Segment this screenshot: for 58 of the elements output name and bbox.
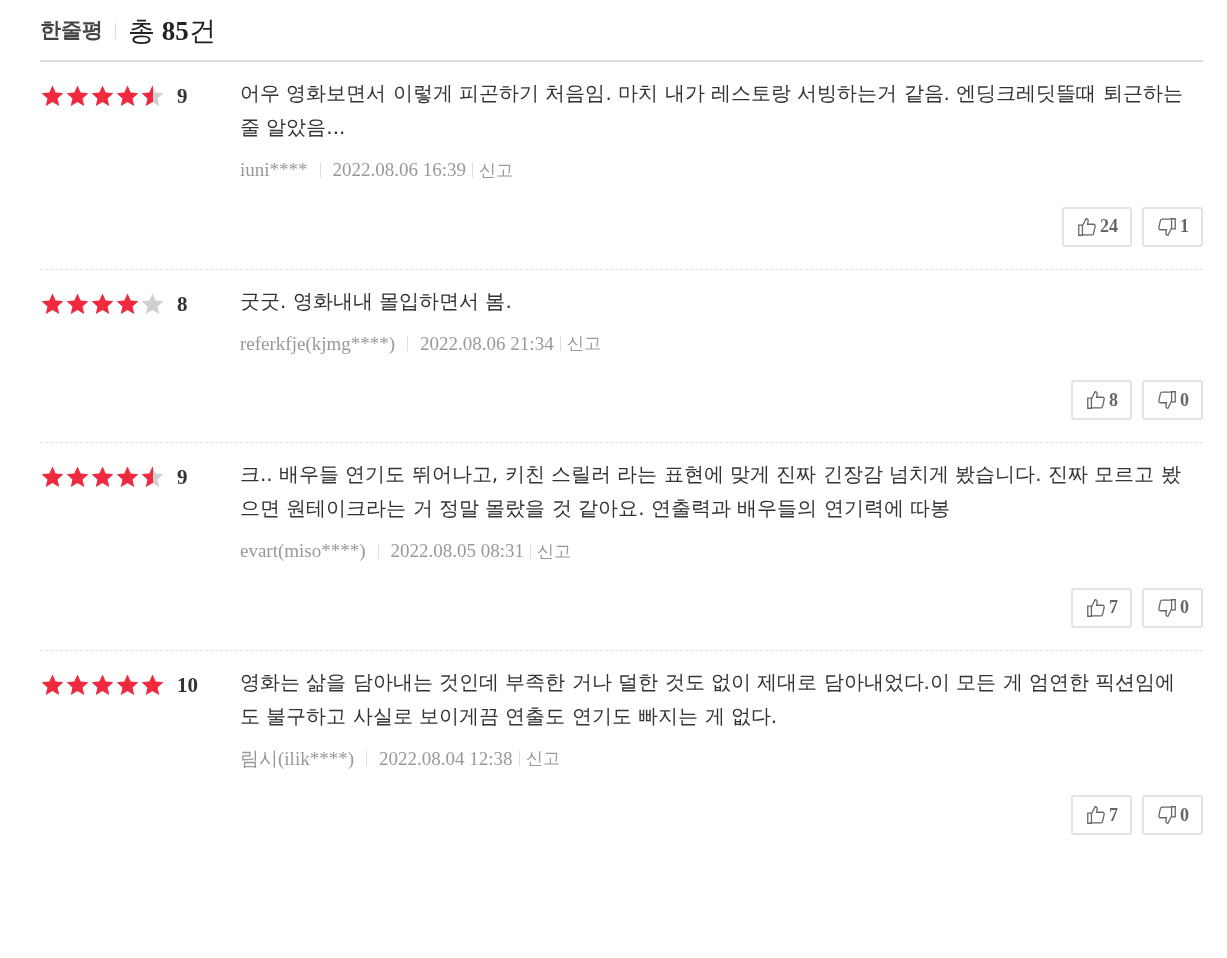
review-date: 2022.08.05 08:31	[390, 539, 525, 563]
star-icon	[65, 465, 90, 489]
thumbs-up-icon	[1076, 215, 1098, 238]
thumbs-up-icon	[1085, 804, 1107, 826]
report-link[interactable]: 신고	[525, 746, 560, 772]
rating-score: 9	[177, 465, 188, 489]
author-name: 림시(ilik****)	[240, 746, 354, 771]
report-link[interactable]: 신고	[566, 331, 601, 357]
review-date: 2022.08.06 21:34	[420, 331, 554, 356]
like-button[interactable]: 7	[1071, 795, 1132, 835]
author-name: referkfje(kjmg****)	[240, 331, 396, 356]
report-link[interactable]: 신고	[537, 538, 572, 564]
like-button[interactable]: 24	[1062, 206, 1132, 247]
rating-score: 9	[177, 84, 188, 108]
review-text: 어우 영화보면서 이렇게 피곤하기 처음임. 마치 내가 레스토랑 서빙하는거 같음. 엔딩크레딧뜰때 퇴근하는줄 알았음...	[240, 80, 1184, 141]
star-icon	[40, 465, 65, 489]
star-icon	[140, 465, 165, 489]
star-icon	[115, 84, 140, 108]
star-icon	[115, 672, 140, 697]
author-name: evart(miso****)	[240, 539, 366, 563]
star-icon	[65, 291, 90, 316]
star-icon	[40, 84, 65, 108]
dislike-button[interactable]: 1	[1142, 206, 1203, 247]
star-icon	[40, 672, 65, 697]
author-name: iuni****	[240, 158, 308, 182]
star-icon	[140, 672, 165, 697]
review-date: 2022.08.04 12:38	[379, 746, 513, 771]
review-date: 2022.08.06 16:39	[332, 158, 467, 182]
dislike-button[interactable]: 0	[1142, 587, 1203, 628]
star-icon	[90, 465, 115, 489]
thumbs-down-icon	[1156, 389, 1178, 411]
review-text: 굿굿. 영화내내 몰입하면서 봄.	[240, 287, 513, 315]
rating-score: 8	[177, 291, 188, 316]
like-button[interactable]: 8	[1071, 380, 1132, 420]
dislike-button[interactable]: 0	[1142, 795, 1203, 835]
star-icon	[90, 84, 115, 108]
review-text: 크.. 배우들 연기도 뛰어나고, 키친 스릴러 라는 표현에 맞게 진짜 긴장감 넘치게 봤습니다. 진짜 모르고 봤으면 원테이크라는 거 정말 몰랐을 것 같아요. 연출력과 배우들의 연기력에 따봉	[240, 461, 1182, 522]
dislike-button[interactable]: 0	[1142, 380, 1203, 420]
thumbs-down-icon	[1156, 596, 1178, 619]
section-title: 한줄평	[40, 17, 103, 45]
report-link[interactable]: 신고	[479, 157, 514, 183]
star-icon	[115, 291, 140, 316]
thumbs-down-icon	[1156, 804, 1178, 826]
star-icon	[65, 672, 90, 697]
star-icon	[140, 84, 165, 108]
rating-score: 10	[177, 672, 198, 697]
star-icon	[65, 84, 90, 108]
star-icon	[90, 672, 115, 697]
star-icon	[90, 291, 115, 316]
review-text: 영화는 삶을 담아내는 것인데 부족한 거나 덜한 것도 없이 제대로 담아내었다.이 모든 게 엄연한 픽션임에도 불구하고 사실로 보이게끔 연출도 연기도 빠지는 게 없다.	[240, 668, 1177, 730]
star-icon	[140, 291, 165, 316]
total-count: 총 85건	[128, 14, 216, 48]
star-icon	[115, 465, 140, 489]
star-icon	[40, 291, 65, 316]
thumbs-up-icon	[1085, 389, 1107, 411]
thumbs-up-icon	[1085, 596, 1107, 619]
like-button[interactable]: 7	[1071, 587, 1132, 628]
thumbs-down-icon	[1156, 215, 1178, 238]
